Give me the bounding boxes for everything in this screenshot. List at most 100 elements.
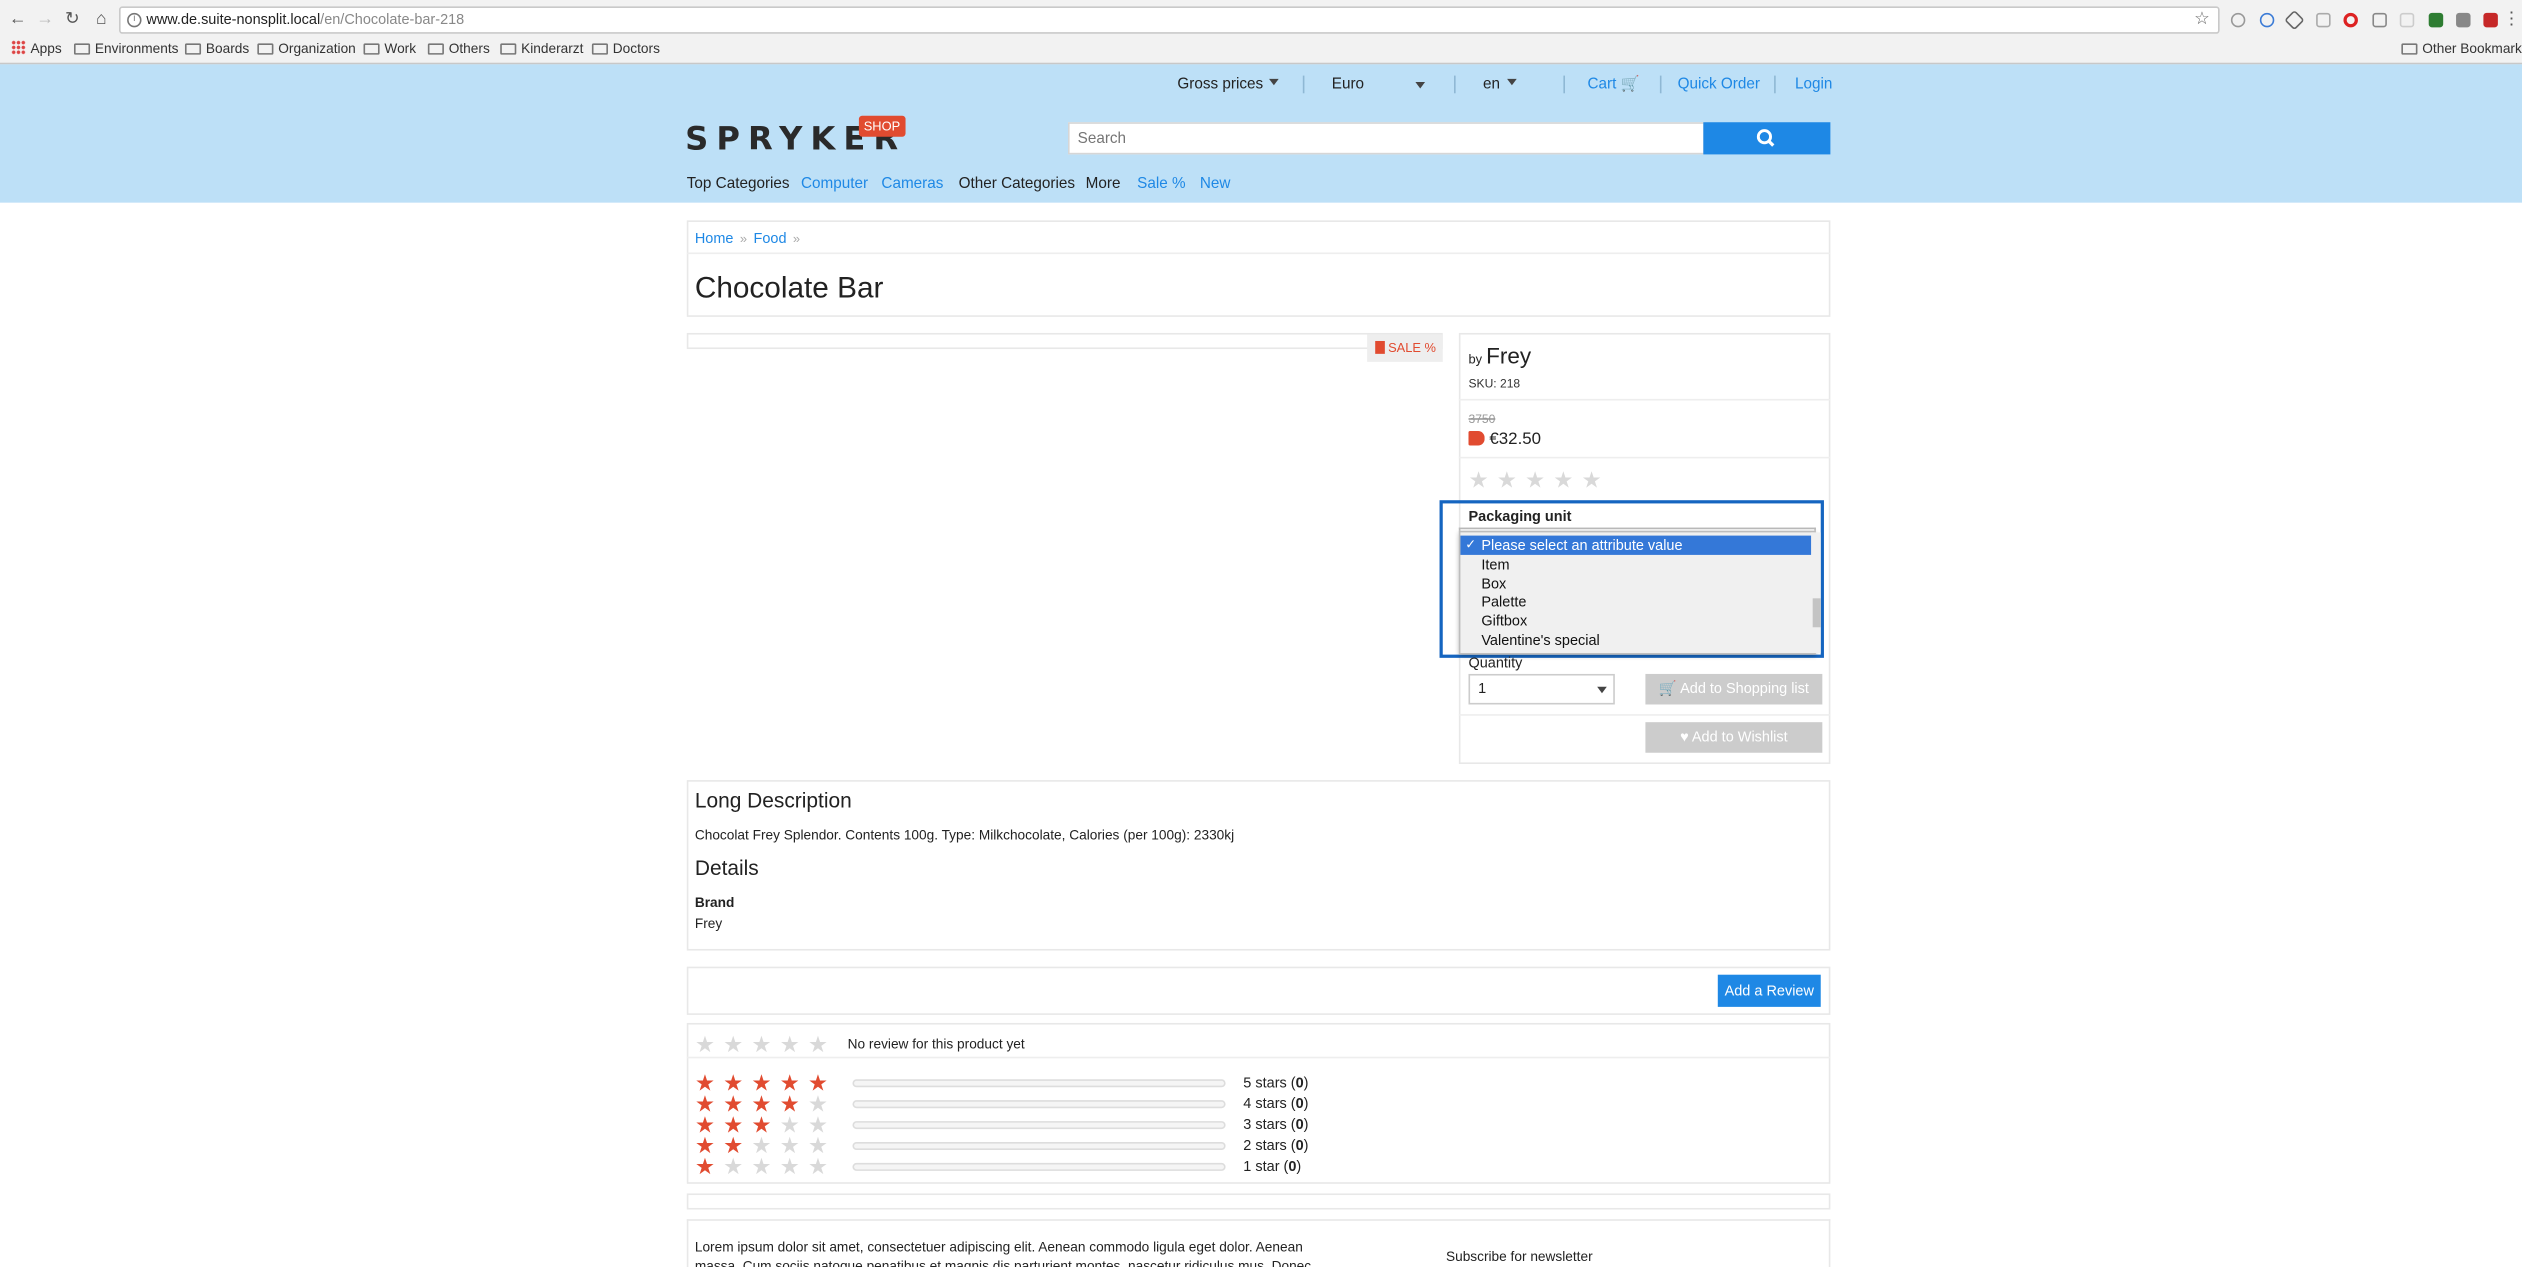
price-tag-icon xyxy=(1468,431,1485,446)
by-label: by xyxy=(1468,352,1483,367)
add-review-button[interactable]: Add a Review xyxy=(1717,974,1821,1007)
add-to-shopping-list-button[interactable]: 🛒 Add to Shopping list xyxy=(1645,673,1823,705)
url-path: /en/Chocolate-bar-218 xyxy=(320,11,465,28)
nav-cameras[interactable]: Cameras xyxy=(881,175,943,193)
nav-other-categories[interactable]: Other Categories xyxy=(959,175,1075,193)
home-icon[interactable]: ⌂ xyxy=(90,8,113,31)
extension-icon[interactable] xyxy=(2483,12,2498,28)
star-empty-icon: ★ xyxy=(1468,466,1497,493)
add-to-wishlist-button[interactable]: ♥ Add to Wishlist xyxy=(1645,722,1823,753)
currency-select[interactable]: Euro xyxy=(1332,76,1426,95)
bookmark-star-icon[interactable]: ☆ xyxy=(2194,8,2210,32)
nav-new[interactable]: New xyxy=(1200,175,1231,193)
description-panel xyxy=(686,780,1831,951)
breakdown-stars: ★★★★★ xyxy=(695,1155,836,1178)
star-empty-icon: ★ xyxy=(1581,466,1610,493)
average-rating-stars: ★★★★★ xyxy=(695,1033,836,1056)
bookmark-apps[interactable]: Apps xyxy=(11,37,62,60)
old-price: 3750 xyxy=(1468,411,1496,427)
extension-icon[interactable] xyxy=(2230,12,2246,28)
nav-computer[interactable]: Computer xyxy=(801,175,868,193)
bookmark-folder[interactable]: Kinderarzt xyxy=(500,37,583,60)
sale-badge: SALE % xyxy=(1367,334,1443,362)
rating-stars: ★★★★★ xyxy=(1468,468,1609,491)
logo-badge: SHOP xyxy=(858,115,906,137)
language-select[interactable]: en xyxy=(1483,76,1517,95)
back-icon[interactable]: ← xyxy=(6,8,29,31)
nav-sale[interactable]: Sale % xyxy=(1137,175,1185,193)
breakdown-count: 0 xyxy=(1288,1158,1297,1175)
packaging-option[interactable]: Box xyxy=(1460,574,1814,593)
sku: SKU: 218 xyxy=(1468,376,1521,391)
breadcrumb-home[interactable]: Home xyxy=(695,230,734,246)
forward-icon[interactable]: → xyxy=(34,8,57,31)
packaging-option[interactable]: Palette xyxy=(1460,593,1814,612)
cart-icon: 🛒 xyxy=(1620,75,1640,94)
star-empty-icon: ★ xyxy=(723,1153,752,1179)
breadcrumb: Home » Food » xyxy=(695,230,807,246)
cart-link[interactable]: Cart 🛒 xyxy=(1588,76,1640,95)
divider xyxy=(1458,398,1831,401)
folder-icon xyxy=(363,43,380,55)
product-image-frame xyxy=(686,332,1443,350)
divider xyxy=(1302,75,1305,94)
footer-text-line: massa. Cum sociis natoque penatibus et m… xyxy=(694,1257,1312,1267)
heart-icon: ♥ xyxy=(1680,728,1689,745)
extension-icon[interactable] xyxy=(2316,12,2331,28)
menu-icon[interactable]: ⋮ xyxy=(2503,8,2521,31)
checkmark-icon: ✓ xyxy=(1465,537,1477,552)
breadcrumb-food[interactable]: Food xyxy=(753,230,786,246)
browser-chrome: ← → ↻ ⌂ i www.de.suite-nonsplit.local/en… xyxy=(0,0,2522,65)
search-input[interactable] xyxy=(1067,122,1705,155)
bookmark-folder[interactable]: Work xyxy=(363,37,416,60)
star-empty-icon: ★ xyxy=(751,1153,780,1179)
address-bar[interactable]: i www.de.suite-nonsplit.local/en/Chocola… xyxy=(119,6,2220,34)
caret-down-icon xyxy=(1269,78,1280,86)
brand-line: by Frey xyxy=(1468,343,1531,369)
quantity-select[interactable]: 1 xyxy=(1468,673,1615,705)
breakdown-bar xyxy=(852,1079,1226,1088)
bookmark-folder[interactable]: Environments xyxy=(73,37,178,60)
nav-top-categories[interactable]: Top Categories xyxy=(687,175,790,193)
brand-value: Frey xyxy=(694,915,723,932)
nav-more[interactable]: More xyxy=(1086,175,1121,193)
packaging-option[interactable]: ✓ Please select an attribute value xyxy=(1460,535,1815,555)
star-empty-icon: ★ xyxy=(1553,466,1582,493)
scrollbar-thumb[interactable] xyxy=(1812,598,1821,628)
divider xyxy=(1563,75,1565,94)
breakdown-count: 0 xyxy=(1295,1095,1304,1112)
login-link[interactable]: Login xyxy=(1795,76,1832,95)
extension-icon[interactable] xyxy=(2399,12,2415,28)
extension-icon[interactable] xyxy=(2456,12,2471,28)
packaging-dropdown[interactable]: ✓ Please select an attribute value Item Box… xyxy=(1458,530,1816,655)
breakdown-bar xyxy=(852,1162,1226,1171)
bookmark-folder[interactable]: Boards xyxy=(184,37,249,60)
camera-icon[interactable] xyxy=(2372,12,2387,28)
quick-order-link[interactable]: Quick Order xyxy=(1678,76,1760,95)
packaging-option[interactable]: Item xyxy=(1460,555,1814,574)
info-icon[interactable]: i xyxy=(127,12,142,28)
star-filled-icon: ★ xyxy=(694,1153,724,1179)
folder-icon xyxy=(500,43,517,55)
opera-icon[interactable] xyxy=(2343,12,2358,28)
packaging-option[interactable]: Valentine's special xyxy=(1460,631,1814,650)
divider xyxy=(1454,75,1456,94)
extension-icon[interactable] xyxy=(2428,12,2444,28)
star-empty-icon: ★ xyxy=(807,1153,837,1179)
bookmark-folder[interactable]: Others xyxy=(427,37,490,60)
scrollbar[interactable] xyxy=(1811,532,1821,654)
reload-icon[interactable]: ↻ xyxy=(61,8,84,31)
bookmarks-bar: Apps Environments Boards Organization Wo… xyxy=(0,37,2522,60)
bookmark-other[interactable]: Other Bookmarks xyxy=(2401,37,2522,60)
extension-icon[interactable] xyxy=(2259,12,2275,28)
bookmark-folder[interactable]: Organization xyxy=(257,37,356,60)
bookmark-folder[interactable]: Doctors xyxy=(591,37,660,60)
brand-name[interactable]: Frey xyxy=(1486,343,1531,369)
link-icon[interactable] xyxy=(2284,9,2305,31)
price-mode-select[interactable]: Gross prices xyxy=(1177,76,1280,95)
packaging-option[interactable]: Giftbox xyxy=(1460,612,1814,631)
caret-down-icon xyxy=(1415,82,1426,89)
folder-icon xyxy=(591,43,608,55)
page-title: Chocolate Bar xyxy=(694,270,884,304)
search-button[interactable] xyxy=(1703,122,1831,155)
